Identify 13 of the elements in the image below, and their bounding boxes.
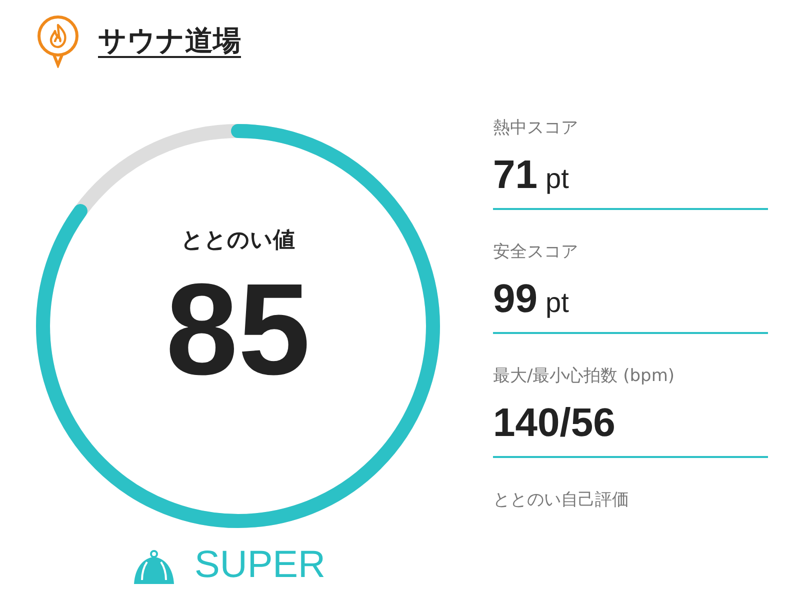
app-title[interactable]: サウナ道場 (98, 22, 241, 60)
metric-unit: pt (546, 287, 569, 319)
score-value: 85 (166, 260, 310, 398)
metric-label: 熱中スコア (493, 117, 579, 139)
metric-unit: pt (546, 163, 569, 195)
metric-value: 99 (493, 277, 538, 322)
score-label: ととのい値 (181, 226, 295, 255)
metric-label: 安全スコア (493, 241, 579, 263)
self-rating-label: ととのい自己評価 (493, 489, 630, 511)
rating-text: SUPER (194, 546, 326, 584)
metric-value: 71 (493, 153, 538, 198)
metric-value: 140/56 (493, 401, 616, 446)
metric-label: 最大/最小心拍数 (bpm) (493, 365, 676, 387)
